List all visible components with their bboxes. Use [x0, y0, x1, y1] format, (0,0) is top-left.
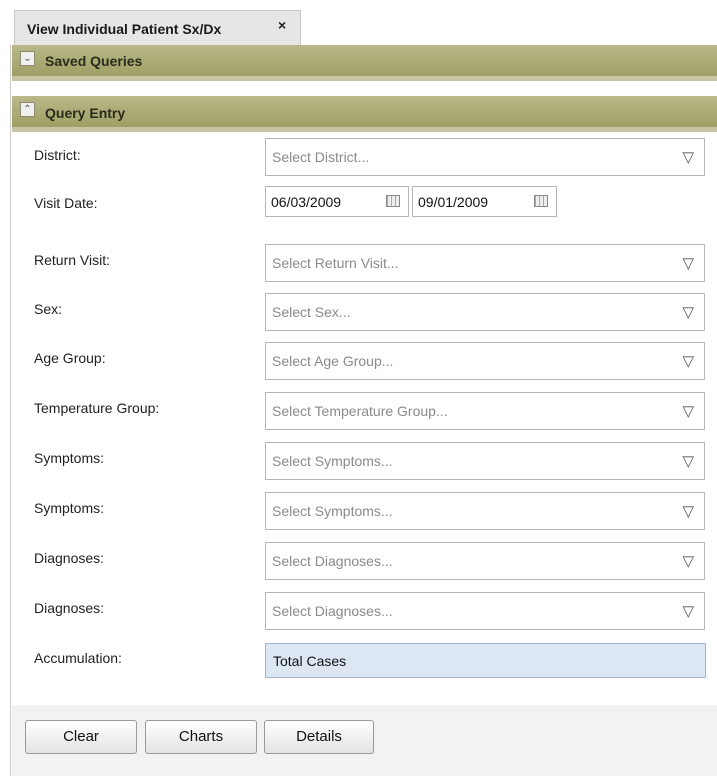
- dropdown-arrow-icon[interactable]: ▽: [682, 352, 694, 370]
- symptoms-label: Symptoms:: [34, 450, 105, 466]
- tab-view-individual-patient[interactable]: View Individual Patient Sx/Dx ×: [14, 10, 301, 45]
- symptoms-placeholder: Select Symptoms...: [272, 453, 393, 469]
- diagnoses-label: Diagnoses:: [34, 600, 105, 616]
- dropdown-arrow-icon[interactable]: ▽: [682, 402, 694, 420]
- accumulation-label: Accumulation:: [34, 650, 122, 666]
- diagnoses-placeholder: Select Diagnoses...: [272, 603, 393, 619]
- dropdown-arrow-icon[interactable]: ▽: [682, 552, 694, 570]
- charts-button[interactable]: Charts: [145, 720, 257, 754]
- dropdown-arrow-icon[interactable]: ▽: [682, 148, 694, 166]
- sex-select[interactable]: Select Sex... ▽: [265, 293, 705, 331]
- close-icon[interactable]: ×: [278, 17, 286, 33]
- district-label: District:: [34, 147, 81, 163]
- return-visit-label: Return Visit:: [34, 252, 110, 268]
- return-visit-placeholder: Select Return Visit...: [272, 255, 399, 271]
- visit-date-from-value: 06/03/2009: [271, 194, 342, 210]
- district-select[interactable]: Select District... ▽: [265, 138, 705, 176]
- accumulation-value: Total Cases: [273, 653, 347, 669]
- symptoms-placeholder: Select Symptoms...: [272, 503, 393, 519]
- saved-queries-title: Saved Queries: [45, 53, 143, 69]
- diagnoses-select-1[interactable]: Select Diagnoses... ▽: [265, 542, 705, 580]
- district-placeholder: Select District...: [272, 149, 370, 165]
- query-entry-title: Query Entry: [45, 105, 126, 121]
- tab-title: View Individual Patient Sx/Dx: [27, 21, 222, 37]
- sex-label: Sex:: [34, 301, 63, 317]
- temperature-group-label: Temperature Group:: [34, 400, 160, 416]
- temperature-group-select[interactable]: Select Temperature Group... ▽: [265, 392, 705, 430]
- accumulation-select[interactable]: Total Cases: [265, 643, 706, 678]
- tab-bar: View Individual Patient Sx/Dx ×: [0, 0, 717, 45]
- calendar-icon[interactable]: [386, 195, 400, 207]
- dropdown-arrow-icon[interactable]: ▽: [682, 502, 694, 520]
- return-visit-select[interactable]: Select Return Visit... ▽: [265, 244, 705, 282]
- query-entry-header[interactable]: ⌃ Query Entry: [12, 96, 717, 132]
- age-group-label: Age Group:: [34, 350, 106, 366]
- symptoms-label: Symptoms:: [34, 500, 105, 516]
- clear-button[interactable]: Clear: [25, 720, 137, 754]
- visit-date-from-field[interactable]: 06/03/2009: [265, 186, 409, 217]
- symptoms-select-2[interactable]: Select Symptoms... ▽: [265, 492, 705, 530]
- dropdown-arrow-icon[interactable]: ▽: [682, 254, 694, 272]
- visit-date-to-field[interactable]: 09/01/2009: [412, 186, 557, 217]
- age-group-select[interactable]: Select Age Group... ▽: [265, 342, 705, 380]
- dropdown-arrow-icon[interactable]: ▽: [682, 602, 694, 620]
- age-group-placeholder: Select Age Group...: [272, 353, 394, 369]
- diagnoses-select-2[interactable]: Select Diagnoses... ▽: [265, 592, 705, 630]
- visit-date-label: Visit Date:: [34, 195, 98, 211]
- dropdown-arrow-icon[interactable]: ▽: [682, 303, 694, 321]
- sex-placeholder: Select Sex...: [272, 304, 351, 320]
- calendar-icon[interactable]: [534, 195, 548, 207]
- saved-queries-header[interactable]: ⌄ Saved Queries: [12, 45, 717, 81]
- symptoms-select-1[interactable]: Select Symptoms... ▽: [265, 442, 705, 480]
- diagnoses-placeholder: Select Diagnoses...: [272, 553, 393, 569]
- expand-icon[interactable]: ⌄: [20, 51, 35, 66]
- details-button[interactable]: Details: [264, 720, 374, 754]
- diagnoses-label: Diagnoses:: [34, 550, 105, 566]
- visit-date-to-value: 09/01/2009: [418, 194, 489, 210]
- temperature-group-placeholder: Select Temperature Group...: [272, 403, 448, 419]
- dropdown-arrow-icon[interactable]: ▽: [682, 452, 694, 470]
- collapse-icon[interactable]: ⌃: [20, 102, 35, 117]
